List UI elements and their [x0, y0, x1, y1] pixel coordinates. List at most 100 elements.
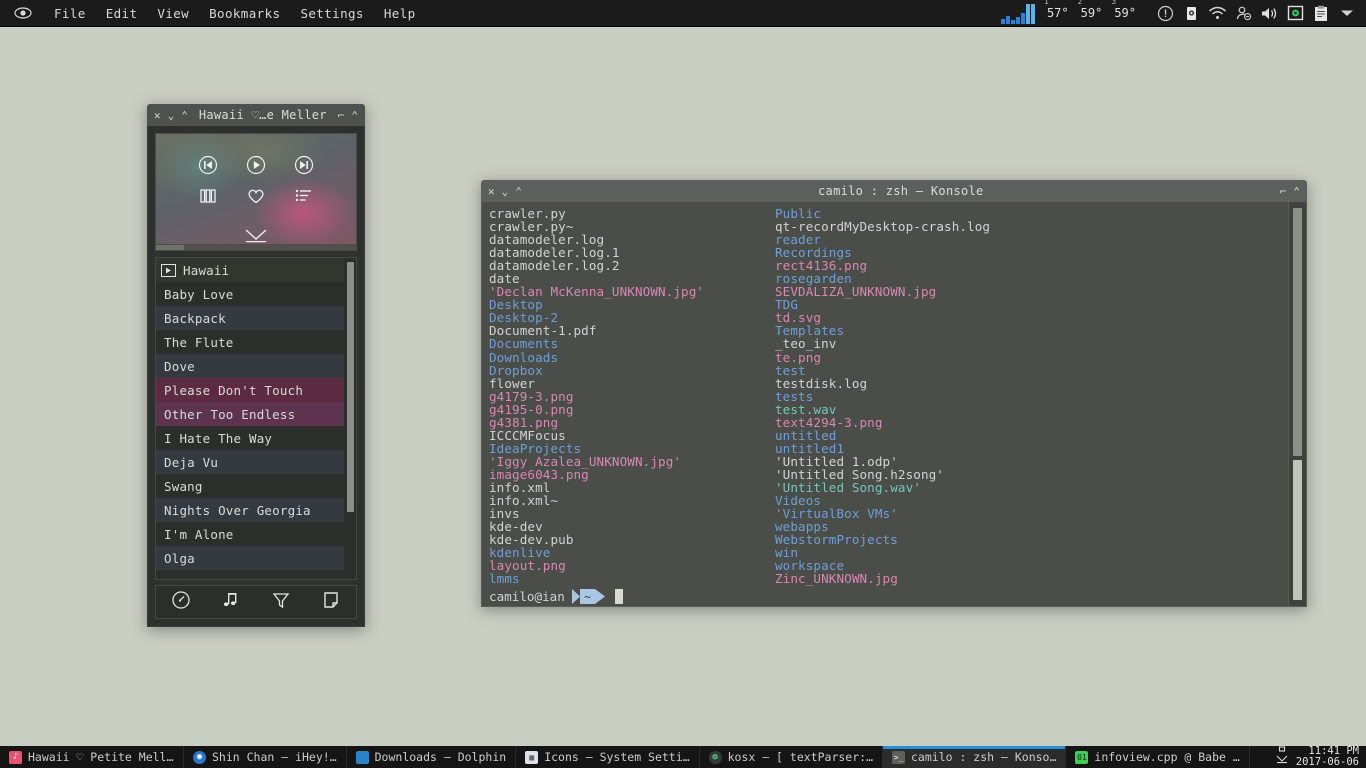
maximize-icon[interactable]: ⌃ [181, 110, 188, 121]
equalizer-icon[interactable] [197, 185, 219, 207]
playlist-page-icon[interactable] [321, 590, 341, 614]
seek-progress [156, 245, 184, 250]
konsole-titlebar[interactable]: ✕ ⌄ ⌃ camilo : zsh — Konsole ⌐ ⌃ [481, 180, 1307, 202]
shade-icon[interactable]: ⌐ [338, 110, 345, 121]
notification-circle-icon[interactable] [1152, 0, 1178, 27]
seek-bar[interactable] [155, 245, 357, 251]
previous-icon[interactable] [197, 154, 219, 176]
terminal-scrollbar-thumb[interactable] [1293, 460, 1302, 600]
taskbar-label: Icons – System Setti… [544, 750, 690, 764]
taskbar-label: Downloads – Dolphin [374, 750, 507, 764]
list-item[interactable]: I'm Alone [156, 522, 344, 546]
menu-item-view[interactable]: View [147, 2, 199, 25]
shade-icon[interactable]: ⌐ [1280, 186, 1287, 197]
list-item[interactable]: Baby Love [156, 282, 344, 306]
taskbar-item-system-settings[interactable]: ▦ Icons – System Setti… [516, 746, 700, 768]
chevron-down-icon[interactable] [1334, 0, 1360, 27]
clock-widget[interactable]: 11:41 PM 2017-06-06 [1275, 746, 1366, 768]
file-entry: ICCCMFocus [489, 427, 566, 443]
keep-above-icon[interactable]: ⌃ [1293, 186, 1300, 197]
wifi-icon[interactable] [1204, 0, 1230, 27]
menu-item-bookmarks[interactable]: Bookmarks [199, 2, 290, 25]
taskbar: ♪ Hawaii ♡ Petite Mell… ◉ Shin Chan – iH… [0, 746, 1366, 768]
system-tray: 1 57° 2 59° 3 59° [1000, 0, 1366, 27]
file-entry: Zinc_UNKNOWN.jpg [775, 571, 898, 587]
minimize-icon[interactable]: ⌄ [502, 186, 509, 197]
album-art[interactable] [155, 133, 357, 245]
volume-icon[interactable] [1256, 0, 1282, 27]
system-monitor-graph[interactable] [1000, 2, 1035, 24]
display-settings-icon[interactable] [1282, 0, 1308, 27]
taskbar-label: Hawaii ♡ Petite Mell… [28, 750, 174, 764]
temperature-2: 2 59° [1077, 0, 1103, 20]
close-icon[interactable]: ✕ [154, 110, 161, 121]
close-icon[interactable]: ✕ [488, 186, 495, 197]
playlist-icon[interactable] [293, 185, 315, 207]
track-label: Olga [164, 550, 195, 566]
list-item[interactable]: Dove [156, 354, 344, 378]
info-gauge-icon[interactable] [171, 590, 191, 614]
terminal-output[interactable]: crawler.py crawler.py~ datamodeler.log data… [481, 202, 1307, 607]
list-item[interactable]: Swang [156, 474, 344, 498]
user-status-icon[interactable] [1230, 0, 1256, 27]
file-entry: g4381.png [489, 414, 559, 430]
list-item[interactable]: Nights Over Georgia [156, 498, 344, 522]
now-playing-label: Hawaii [183, 262, 230, 278]
list-item-now-playing[interactable]: Hawaii [156, 258, 344, 282]
konsole-window[interactable]: ✕ ⌄ ⌃ camilo : zsh — Konsole ⌐ ⌃ crawler… [481, 180, 1307, 607]
list-item[interactable]: I Hate The Way [156, 426, 344, 450]
terminal-icon: >_ [892, 750, 905, 764]
file-entry: Documents [489, 336, 559, 352]
taskbar-item-qtcreator[interactable]: 01 infoview.cpp @ Babe … [1066, 746, 1250, 768]
taskbar-item-browser[interactable]: ◉ Shin Chan – iHey!… [184, 746, 347, 768]
file-entry: untitled1 [775, 440, 845, 456]
clipboard-icon[interactable] [1308, 0, 1334, 27]
playlist[interactable]: Hawaii Baby Love Backpack The Flute Dove… [155, 257, 357, 580]
player-toolbar [155, 585, 357, 619]
list-item[interactable]: Deja Vu [156, 450, 344, 474]
taskbar-item-konsole[interactable]: >_ camilo : zsh – Konso… [883, 746, 1067, 768]
next-icon[interactable] [293, 154, 315, 176]
taskbar-item-kosx[interactable]: ◍ kosx – [ textParser:… [700, 746, 883, 768]
filter-funnel-icon[interactable] [271, 590, 291, 614]
player-titlebar[interactable]: ✕ ⌄ ⌃ Hawaii ♡…e Meller ⌐ ⌃ [147, 104, 365, 126]
terminal-scrollbar-thumb-upper[interactable] [1293, 208, 1302, 456]
track-label: Baby Love [164, 286, 234, 302]
taskbar-item-dolphin[interactable]: Downloads – Dolphin [347, 746, 517, 768]
playlist-scrollbar-thumb[interactable] [347, 262, 354, 512]
file-entry: Dropbox [489, 362, 543, 378]
file-entry: text4294-3.png [775, 414, 883, 430]
file-listing: crawler.py crawler.py~ datamodeler.log data… [489, 207, 1306, 585]
list-item[interactable]: Other Too Endless [156, 402, 344, 426]
chevron-down-icon[interactable] [241, 226, 271, 244]
konsole-window-controls-right: ⌐ ⌃ [1273, 186, 1307, 197]
music-player-window[interactable]: ✕ ⌄ ⌃ Hawaii ♡…e Meller ⌐ ⌃ Hawaii Baby … [147, 104, 365, 627]
keep-above-icon[interactable]: ⌃ [351, 110, 358, 121]
favorite-icon[interactable] [245, 185, 267, 207]
list-item[interactable]: Backpack [156, 306, 344, 330]
file-entry: flower [489, 375, 536, 391]
list-item[interactable]: Please Don't Touch [156, 378, 344, 402]
device-notifier-icon[interactable] [1178, 0, 1204, 27]
play-icon[interactable] [245, 154, 267, 176]
music-note-icon[interactable] [221, 590, 241, 614]
maximize-icon[interactable]: ⌃ [515, 186, 522, 197]
menu-item-edit[interactable]: Edit [96, 2, 148, 25]
eye-icon[interactable] [14, 6, 32, 20]
track-label: I Hate The Way [164, 430, 273, 446]
playlist-scrollbar[interactable] [345, 258, 356, 579]
terminal-scrollbar[interactable] [1288, 202, 1306, 606]
player-window-controls-right: ⌐ ⌃ [331, 110, 365, 121]
taskbar-item-hawaii[interactable]: ♪ Hawaii ♡ Petite Mell… [0, 746, 184, 768]
menu-item-help[interactable]: Help [374, 2, 426, 25]
menu-item-file[interactable]: File [44, 2, 96, 25]
file-listing-column-right: Public qt-recordMyDesktop-crash.log reader… [775, 207, 1061, 585]
play-small-icon [161, 263, 176, 277]
shell-prompt[interactable]: camilo@ian ~ [489, 589, 1306, 605]
minimize-icon[interactable]: ⌄ [168, 110, 175, 121]
track-label: Other Too Endless [164, 406, 296, 422]
list-item[interactable]: Olga [156, 546, 344, 570]
menu-item-settings[interactable]: Settings [290, 2, 373, 25]
list-item[interactable]: The Flute [156, 330, 344, 354]
file-entry: test [775, 362, 806, 378]
